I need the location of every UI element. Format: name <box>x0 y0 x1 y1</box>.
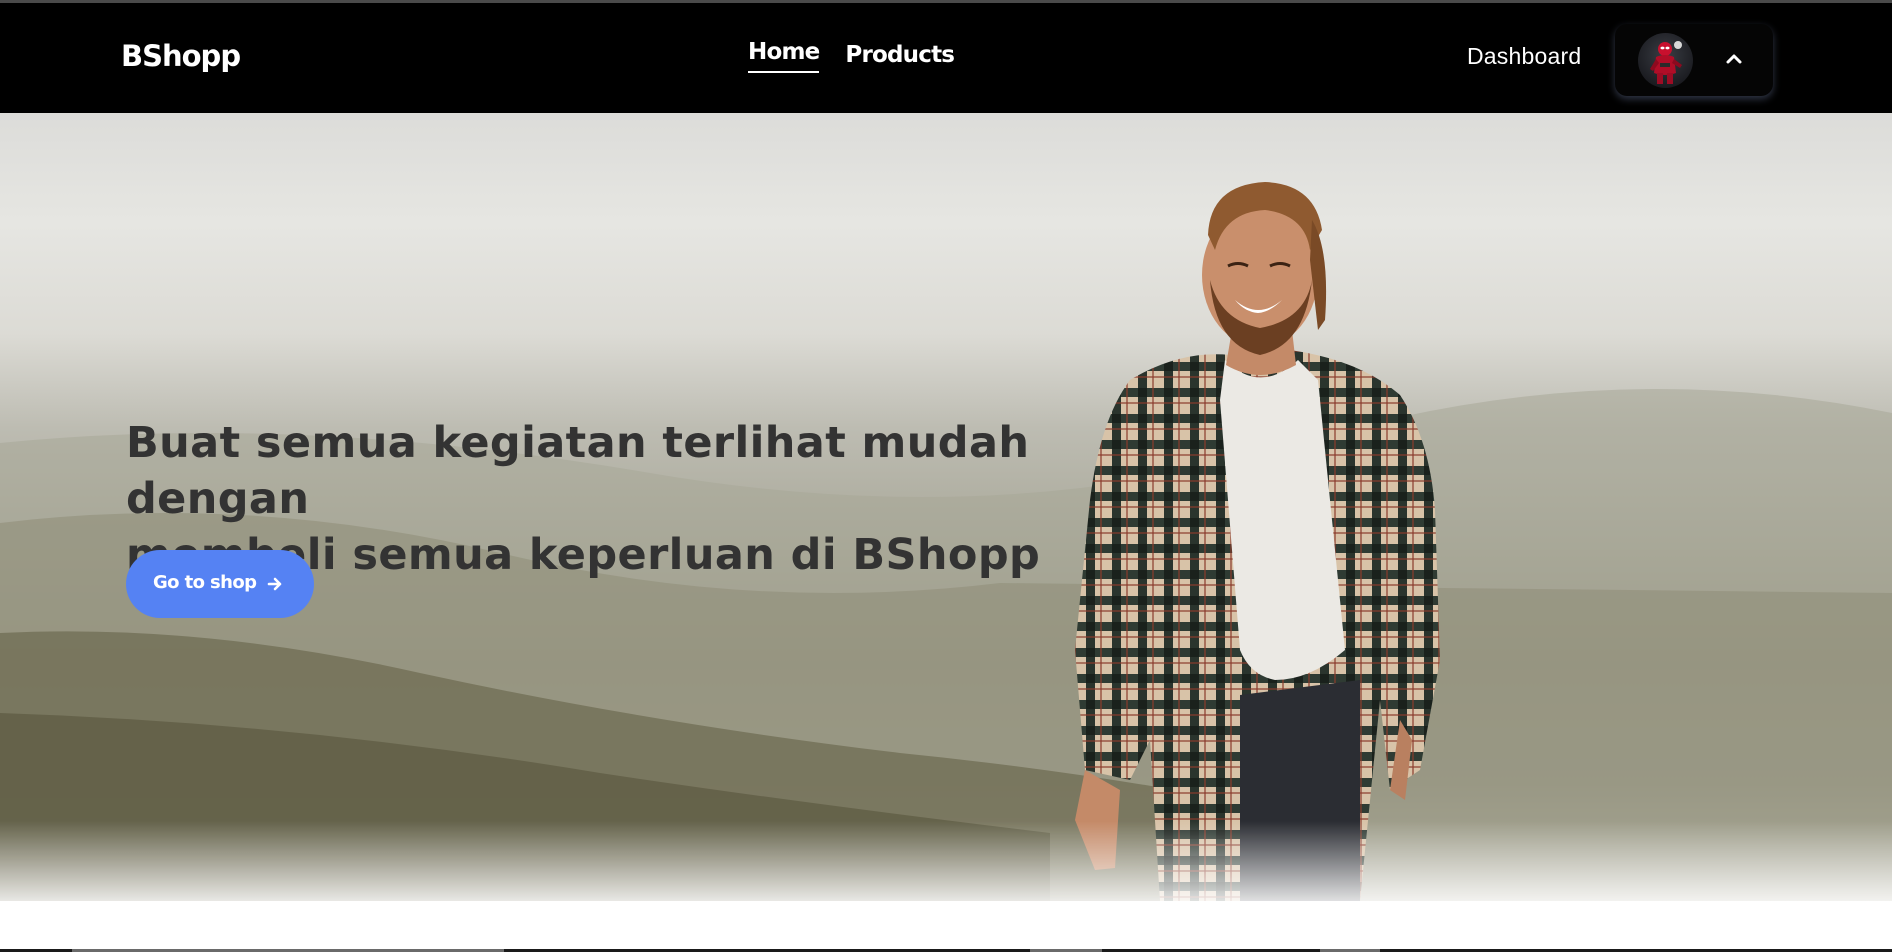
avatar[interactable] <box>1638 33 1693 88</box>
navbar: BShopp Home Products Dashboard <box>0 3 1892 113</box>
page-content-start <box>0 901 1892 952</box>
main-nav: Home Products <box>748 39 955 74</box>
go-to-shop-label: Go to shop <box>153 572 257 593</box>
smiling-man-image <box>1075 182 1440 901</box>
nav-link-products[interactable]: Products <box>845 42 955 74</box>
brand-logo[interactable]: BShopp <box>121 39 241 73</box>
hero-banner: Buat semua kegiatan terlihat mudah denga… <box>0 113 1892 901</box>
arrow-right-icon <box>267 577 282 591</box>
hero-headline-line-1: Buat semua kegiatan terlihat mudah denga… <box>126 418 1030 524</box>
nav-link-home[interactable]: Home <box>748 39 820 73</box>
superhero-avatar-icon <box>1650 41 1682 84</box>
hero-bottom-fade <box>0 821 1892 901</box>
user-menu-button[interactable] <box>1615 24 1773 96</box>
chevron-up-icon[interactable] <box>1725 50 1743 68</box>
dashboard-link[interactable]: Dashboard <box>1467 43 1581 70</box>
go-to-shop-button[interactable]: Go to shop <box>126 550 314 618</box>
